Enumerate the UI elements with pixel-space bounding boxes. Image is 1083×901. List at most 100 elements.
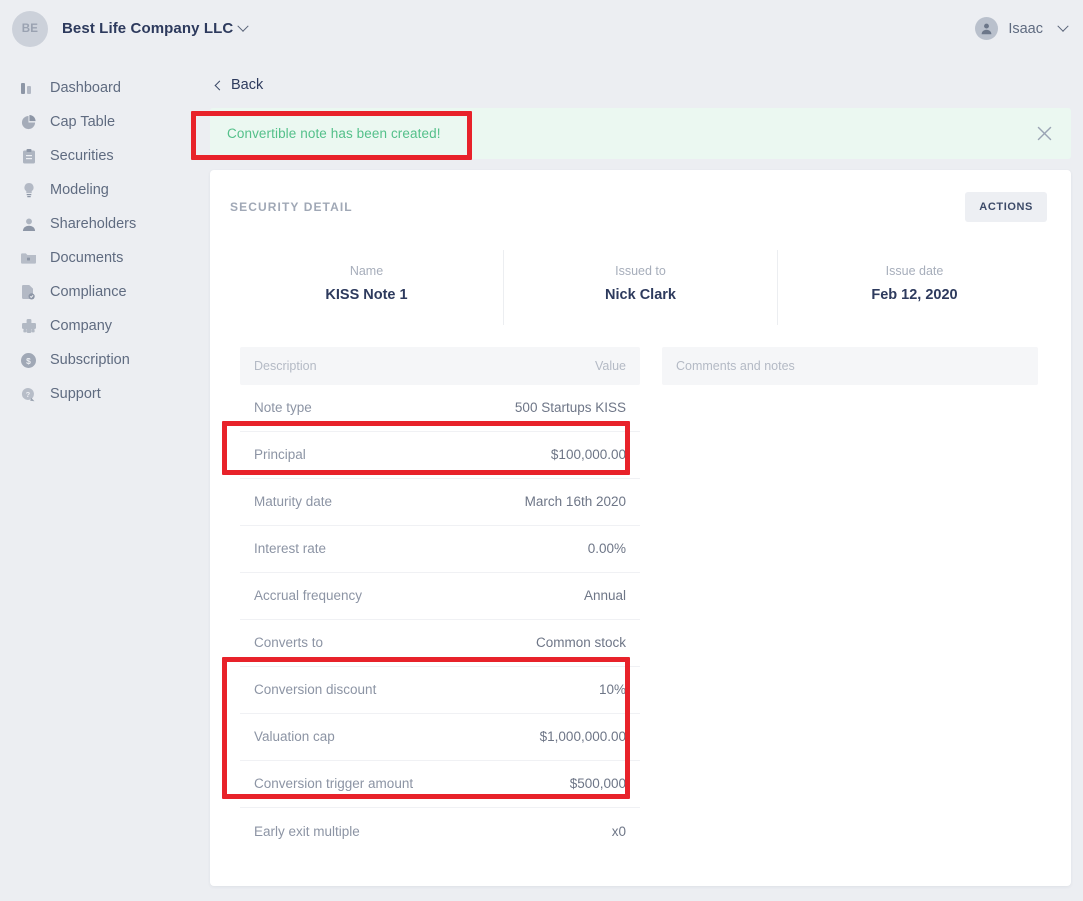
row-value: 0.00% [587,541,626,556]
column-header-comments: Comments and notes [676,358,795,373]
table-row: Early exit multiple x0 [240,808,640,855]
security-detail-card: SECURITY DETAIL ACTIONS Name KISS Note 1… [210,169,1071,886]
user-menu[interactable]: Isaac [975,17,1069,40]
chevron-down-icon [237,20,249,32]
avatar [975,17,999,40]
sidebar-item-label: Support [50,386,101,402]
row-description: Interest rate [254,541,327,556]
dollar-circle-icon: $ [20,352,37,369]
summary-name: Name KISS Note 1 [230,250,503,325]
back-label: Back [231,77,264,93]
row-value: March 16th 2020 [524,494,626,509]
sidebar-item-label: Compliance [50,284,127,300]
svg-text:?: ? [26,389,31,398]
row-description: Accrual frequency [254,588,363,603]
sidebar-item-dashboard[interactable]: Dashboard [0,71,200,105]
row-description: Conversion trigger amount [254,776,414,791]
summary-label: Name [349,263,384,278]
sidebar-item-company[interactable]: Company [0,309,200,343]
company-switcher[interactable]: BE Best Life Company LLC [12,10,249,47]
row-value: Annual [583,588,626,603]
row-description: Note type [254,400,312,415]
sidebar-item-label: Subscription [50,352,130,368]
sidebar-item-label: Modeling [50,182,109,198]
row-description: Early exit multiple [254,823,360,839]
row-value: 10% [598,682,626,697]
sidebar-item-modeling[interactable]: Modeling [0,173,200,207]
column-header-description: Description [254,358,317,373]
table-row: Converts to Common stock [240,620,640,667]
row-description: Conversion discount [254,682,377,697]
back-button[interactable]: Back [214,77,264,93]
row-description: Valuation cap [254,729,335,744]
page-title: SECURITY DETAIL [230,199,353,214]
top-bar: BE Best Life Company LLC Isaac [0,0,1083,57]
row-description: Converts to [254,635,324,650]
summary-issue-date: Issue date Feb 12, 2020 [777,249,1051,325]
detail-tables: Description Value Note type 500 Startups… [210,346,1071,855]
pie-chart-icon [20,114,37,131]
row-value: Common stock [535,635,626,650]
summary-value: Feb 12, 2020 [871,286,958,303]
sidebar-item-label: Dashboard [50,80,121,96]
clipboard-icon [20,148,37,165]
detail-table: Description Value Note type 500 Startups… [240,346,640,855]
sidebar-item-label: Documents [50,250,124,266]
company-avatar: BE [12,10,48,47]
row-description: Maturity date [254,494,333,509]
sidebar-item-label: Shareholders [50,216,137,232]
summary-label: Issued to [615,263,666,278]
document-check-icon [20,284,37,301]
close-icon[interactable] [1035,124,1053,142]
comments-table: Comments and notes [662,346,1038,855]
actions-button[interactable]: ACTIONS [965,191,1047,222]
company-name: Best Life Company LLC [62,20,234,37]
table-header-row: Description Value [240,346,640,385]
sidebar: Dashboard Cap Table Securities Modeling … [0,57,200,901]
user-name: Isaac [1008,20,1043,37]
row-value: x0 [611,823,626,839]
success-alert: Convertible note has been created! [210,107,1071,159]
chevron-down-icon [1057,20,1069,32]
sidebar-item-cap-table[interactable]: Cap Table [0,105,200,139]
alert-message: Convertible note has been created! [227,125,441,141]
sidebar-item-documents[interactable]: Documents [0,241,200,275]
person-icon [20,216,37,233]
bar-chart-icon [20,80,37,97]
svg-text:$: $ [26,355,31,365]
security-summary: Name KISS Note 1 Issued to Nick Clark Is… [210,249,1071,325]
chevron-left-icon [214,80,225,90]
sidebar-item-label: Cap Table [50,114,116,130]
sidebar-item-compliance[interactable]: Compliance [0,275,200,309]
sidebar-item-label: Company [50,318,113,334]
app-root: BE Best Life Company LLC Isaac Dashboard… [0,0,1083,901]
building-icon [20,318,37,335]
column-header-value: Value [594,358,626,373]
summary-value: KISS Note 1 [325,286,408,303]
summary-label: Issue date [885,263,944,278]
sidebar-item-shareholders[interactable]: Shareholders [0,207,200,241]
main-content: Back Convertible note has been created! … [200,57,1083,901]
table-header-row: Comments and notes [662,346,1038,385]
table-row: Maturity date March 16th 2020 [240,479,640,526]
sidebar-item-subscription[interactable]: $ Subscription [0,343,200,377]
card-header: SECURITY DETAIL ACTIONS [210,170,1071,222]
table-row: Note type 500 Startups KISS [240,385,640,432]
row-value: 500 Startups KISS [514,400,626,415]
summary-issued-to: Issued to Nick Clark [503,249,777,325]
row-value: $500,000 [569,776,626,791]
row-description: Principal [254,447,306,462]
sidebar-item-securities[interactable]: Securities [0,139,200,173]
row-value: $1,000,000.00 [539,729,626,744]
lightbulb-icon [20,182,37,199]
table-row: Valuation cap $1,000,000.00 [240,714,640,761]
table-row: Conversion discount 10% [240,667,640,714]
folder-lock-icon [20,250,37,267]
question-chat-icon: ? [20,386,37,403]
summary-value: Nick Clark [605,286,676,303]
sidebar-item-support[interactable]: ? Support [0,377,200,411]
table-row: Conversion trigger amount $500,000 [240,761,640,808]
sidebar-item-label: Securities [50,148,114,164]
table-row: Interest rate 0.00% [240,526,640,573]
table-row: Accrual frequency Annual [240,573,640,620]
